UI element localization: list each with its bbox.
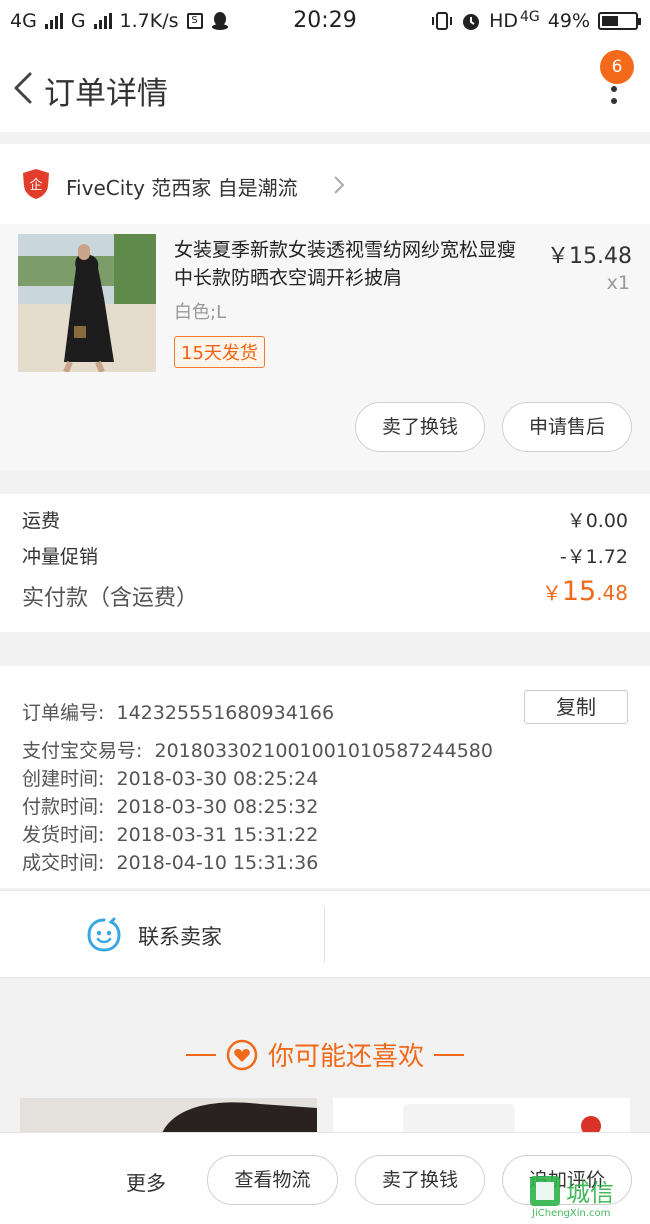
promo-row: 冲量促销 -￥1.72 (22, 542, 628, 569)
product-thumbnail[interactable] (18, 234, 156, 372)
watermark-logo: 城信 JiChengXin.com (528, 1174, 646, 1219)
battery-percent: 49% (547, 10, 590, 32)
sell-for-cash-bottom-button[interactable]: 卖了换钱 (355, 1155, 485, 1205)
shipping-tag: 15天发货 (174, 336, 265, 368)
shipping-fee-row: 运费 ￥0.00 (22, 506, 628, 533)
total-integer: 15 (561, 576, 597, 607)
shipped-line: 发货时间: 2018-03-31 15:31:22 (22, 820, 318, 847)
notification-badge: 6 (600, 50, 634, 84)
after-sales-button[interactable]: 申请售后 (502, 402, 632, 452)
battery-icon (598, 12, 641, 30)
view-logistics-button[interactable]: 查看物流 (207, 1155, 338, 1205)
battery-fill (602, 16, 618, 26)
recommend-title: 你可能还喜欢 (267, 1042, 424, 1072)
recommend-header: 你可能还喜欢 (0, 1036, 650, 1080)
network-type-3: 4G (520, 9, 540, 25)
alipay-line: 支付宝交易号: 2018033021001001010587244580 (22, 736, 493, 763)
closed-time: 2018-04-10 15:31:36 (116, 852, 319, 874)
order-number-line: 订单编号: 142325551680934166 (22, 698, 334, 725)
closed-label: 成交时间: (22, 852, 105, 874)
fee-summary: 运费 ￥0.00 冲量促销 -￥1.72 实付款（含运费） ￥15.48 (0, 494, 650, 632)
chat-face-icon[interactable] (86, 917, 122, 953)
product-title[interactable]: 女装夏季新款女装透视雪纺网纱宽松显瘦中长款防晒衣空调开衫披肩 (174, 236, 528, 292)
alarm-icon (463, 14, 480, 30)
alipay-number: 2018033021001001010587244580 (154, 740, 493, 762)
sell-for-cash-button[interactable]: 卖了换钱 (355, 402, 485, 452)
status-right: HD 4G 49% (431, 9, 641, 32)
heart-icon (226, 1039, 258, 1070)
total-decimal: .48 (596, 581, 628, 605)
total-label: 实付款（含运费） (22, 586, 199, 611)
page-title: 订单详情 (44, 76, 168, 112)
created-line: 创建时间: 2018-03-30 08:25:24 (22, 764, 318, 791)
copy-button[interactable]: 复制 (524, 690, 628, 724)
order-number-label: 订单编号: (22, 702, 105, 724)
contact-divider (324, 907, 325, 963)
alipay-label: 支付宝交易号: (22, 740, 143, 762)
svg-text:企: 企 (29, 177, 42, 193)
product-item[interactable]: 女装夏季新款女装透视雪纺网纱宽松显瘦中长款防晒衣空调开衫披肩 ￥15.48 x1… (0, 224, 650, 470)
shop-name: FiveCity 范西家 自是潮流 (66, 176, 298, 200)
product-sku: 白色;L (174, 302, 227, 323)
promo-label: 冲量促销 (22, 546, 99, 568)
total-currency: ￥ (541, 581, 562, 605)
vibrate-icon (432, 12, 453, 30)
order-number: 142325551680934166 (116, 702, 335, 724)
hd-label: HD (489, 10, 518, 32)
shop-row[interactable]: 企 FiveCity 范西家 自是潮流 (0, 144, 650, 224)
contact-seller-button[interactable]: 联系卖家 (138, 921, 222, 951)
paid-label: 付款时间: (22, 796, 105, 818)
promo-value: -￥1.72 (559, 546, 628, 568)
paid-time: 2018-03-30 08:25:32 (116, 796, 319, 818)
product-quantity: x1 (606, 272, 630, 294)
chevron-right-icon (334, 176, 345, 194)
watermark-url: JiChengXin.com (531, 1208, 610, 1218)
total-value: ￥15.48 (542, 576, 628, 607)
back-arrow-icon[interactable] (8, 66, 40, 110)
nav-bar: 订单详情 6 (0, 44, 650, 132)
closed-line: 成交时间: 2018-04-10 15:31:36 (22, 848, 318, 875)
enterprise-shop-icon: 企 (23, 169, 49, 199)
shipped-time: 2018-03-31 15:31:22 (116, 824, 319, 846)
more-button[interactable]: 更多 (126, 1167, 166, 1196)
contact-seller-row: 联系卖家 (0, 890, 650, 978)
created-label: 创建时间: (22, 768, 105, 790)
left-dash (185, 1053, 216, 1056)
shipped-label: 发货时间: (22, 824, 105, 846)
product-price: ￥15.48 (547, 244, 632, 269)
status-bar: 4G G 1.7K/s S 20:29 HD 4G 49% (0, 0, 650, 44)
watermark-text: 城信 (566, 1179, 614, 1207)
right-dash (434, 1053, 464, 1056)
shipping-fee-value: ￥0.00 (566, 510, 628, 532)
total-row: 实付款（含运费） ￥15.48 (22, 576, 628, 612)
order-info: 订单编号: 142325551680934166 复制 支付宝交易号: 2018… (0, 666, 650, 888)
paid-line: 付款时间: 2018-03-30 08:25:32 (22, 792, 318, 819)
created-time: 2018-03-30 08:25:24 (116, 768, 319, 790)
shipping-fee-label: 运费 (22, 510, 61, 532)
